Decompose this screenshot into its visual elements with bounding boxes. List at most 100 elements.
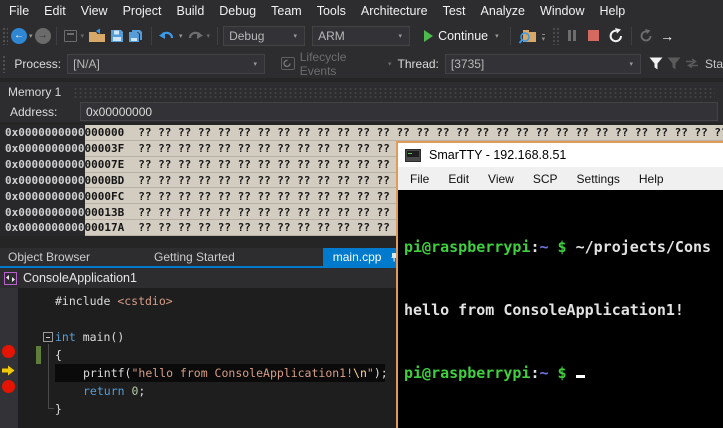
- smartty-window[interactable]: SmarTTY - 192.168.8.51 File Edit View SC…: [396, 141, 723, 428]
- redo-icon[interactable]: [185, 25, 205, 47]
- menu-item-edit[interactable]: Edit: [44, 4, 66, 18]
- punctuation: ;: [138, 384, 145, 398]
- tab-label: main.cpp: [333, 250, 382, 264]
- menu-item-tools[interactable]: Tools: [317, 4, 346, 18]
- terminal-line: pi@raspberrypi:~ $: [404, 363, 723, 384]
- menu-item-file[interactable]: File: [9, 4, 29, 18]
- chevron-down-icon: ▾: [629, 60, 633, 68]
- smartty-menu-view[interactable]: View: [488, 172, 514, 186]
- smartty-title-bar[interactable]: SmarTTY - 192.168.8.51: [398, 143, 723, 167]
- include-header: <cstdio>: [117, 294, 172, 308]
- toolbar-grip[interactable]: [2, 55, 7, 73]
- menu-item-test[interactable]: Test: [443, 4, 466, 18]
- smartty-menu-edit[interactable]: Edit: [448, 172, 469, 186]
- menu-item-analyze[interactable]: Analyze: [481, 4, 525, 18]
- prompt-dollar: $: [549, 238, 576, 256]
- toolbar-grip[interactable]: [2, 27, 8, 45]
- undo-dropdown-icon[interactable]: ▾: [179, 32, 183, 40]
- tab-object-browser[interactable]: Object Browser: [0, 248, 104, 266]
- tab-getting-started[interactable]: Getting Started: [140, 248, 249, 266]
- string-literal: ": [367, 366, 374, 380]
- new-dropdown-icon[interactable]: ▾: [81, 32, 85, 40]
- memory-address-selected: 0000FC: [84, 190, 124, 203]
- platform-dropdown[interactable]: ARM ▾: [312, 26, 410, 46]
- menu-item-project[interactable]: Project: [123, 4, 162, 18]
- continue-button[interactable]: Continue ▾: [420, 29, 505, 43]
- number-literal: 0: [125, 384, 139, 398]
- chevron-down-icon: ▾: [254, 60, 258, 68]
- solution-config-dropdown[interactable]: Debug ▾: [223, 26, 305, 46]
- menu-item-window[interactable]: Window: [540, 4, 584, 18]
- toolbar-options-icon[interactable]: ▾: [542, 34, 546, 44]
- memory-address: 0x0000000000: [0, 158, 84, 171]
- toolbar-grip[interactable]: [552, 27, 559, 45]
- show-next-statement-icon[interactable]: →: [655, 28, 679, 44]
- terminal-command: ~/projects/Cons: [576, 238, 711, 256]
- attach-to-process-icon[interactable]: [516, 25, 539, 47]
- smartty-menu-scp[interactable]: SCP: [533, 172, 558, 186]
- toolbar-separator: [510, 27, 511, 45]
- menu-item-team[interactable]: Team: [271, 4, 302, 18]
- address-input[interactable]: [80, 102, 718, 121]
- terminal-cursor: [576, 365, 585, 378]
- standard-toolbar: ← ▾ → ▾ ▾ ▾ Debug ▾ ARM ▾: [0, 22, 723, 49]
- window-drag-grip[interactable]: [73, 87, 715, 99]
- menu-item-architecture[interactable]: Architecture: [361, 4, 428, 18]
- vs-menu-bar: File Edit View Project Build Debug Team …: [0, 0, 723, 22]
- toggle-flagged-icon[interactable]: [683, 53, 701, 75]
- keyword: int: [55, 330, 76, 344]
- navigate-forward-icon[interactable]: →: [35, 28, 51, 44]
- back-dropdown-icon[interactable]: ▾: [29, 32, 33, 40]
- memory-address-bar: Address:: [0, 102, 723, 122]
- smartty-menu-settings[interactable]: Settings: [577, 172, 620, 186]
- undo-icon[interactable]: [157, 25, 177, 47]
- smartty-menu-file[interactable]: File: [410, 172, 429, 186]
- navigate-back-icon[interactable]: ←: [11, 28, 27, 44]
- memory-row[interactable]: 0x0000000000000000 ?? ?? ?? ?? ?? ?? ?? …: [0, 125, 723, 141]
- memory-window-header[interactable]: Memory 1: [0, 82, 723, 102]
- program-output: hello from ConsoleApplication1!: [404, 301, 684, 319]
- memory-address: 0x0000000000: [0, 206, 84, 219]
- pause-icon[interactable]: [563, 25, 581, 47]
- memory-window-title: Memory 1: [8, 85, 61, 99]
- terminal-output[interactable]: pi@raspberrypi:~ $ ~/projects/Cons hello…: [398, 190, 723, 428]
- smartty-menu-bar: File Edit View SCP Settings Help: [398, 167, 723, 190]
- lifecycle-events-label: Lifecycle Events: [300, 50, 378, 78]
- filter-flagged-icon[interactable]: [665, 53, 683, 75]
- save-icon[interactable]: [108, 25, 126, 47]
- toolbar-separator: [56, 27, 57, 45]
- current-statement-line[interactable]: printf("hello from ConsoleApplication1!\…: [55, 364, 385, 382]
- process-value: [N/A]: [73, 57, 100, 71]
- save-all-icon[interactable]: [126, 25, 146, 47]
- overflow-chevron-icon[interactable]: ▾: [388, 60, 392, 68]
- new-project-icon[interactable]: [64, 30, 77, 42]
- memory-address-selected: 0000BD: [84, 174, 124, 187]
- smartty-menu-help[interactable]: Help: [639, 172, 664, 186]
- menu-item-view[interactable]: View: [81, 4, 108, 18]
- stop-debug-icon[interactable]: [588, 30, 599, 41]
- function-signature: main(): [76, 330, 124, 344]
- thread-value: [3735]: [451, 57, 484, 71]
- restart-icon[interactable]: [606, 25, 626, 47]
- menu-item-build[interactable]: Build: [176, 4, 204, 18]
- address-label: Address:: [10, 105, 57, 119]
- debug-location-toolbar: Process: [N/A] ▾ Lifecycle Events ▾ Thre…: [0, 49, 723, 78]
- function-call: printf(: [83, 366, 131, 380]
- memory-address-selected: 00003F: [84, 142, 124, 155]
- filter-threads-icon[interactable]: [647, 53, 665, 75]
- menu-item-help[interactable]: Help: [599, 4, 625, 18]
- toolbar-separator: [631, 27, 632, 45]
- redo-dropdown-icon[interactable]: ▾: [207, 32, 211, 40]
- memory-address: 0x0000000000: [0, 174, 84, 187]
- project-scope-dropdown[interactable]: ConsoleApplication1: [23, 271, 137, 285]
- lifecycle-events-icon[interactable]: [281, 57, 295, 70]
- chevron-down-icon: ▾: [294, 32, 298, 40]
- memory-address: 0x0000000000: [0, 190, 84, 203]
- refresh-icon[interactable]: [637, 25, 655, 47]
- open-file-icon[interactable]: [86, 25, 108, 47]
- thread-dropdown[interactable]: [3735] ▾: [445, 54, 641, 74]
- terminal-line: hello from ConsoleApplication1!: [404, 300, 723, 321]
- menu-item-debug[interactable]: Debug: [219, 4, 256, 18]
- process-dropdown[interactable]: [N/A] ▾: [67, 54, 265, 74]
- prompt-dollar: $: [549, 364, 576, 382]
